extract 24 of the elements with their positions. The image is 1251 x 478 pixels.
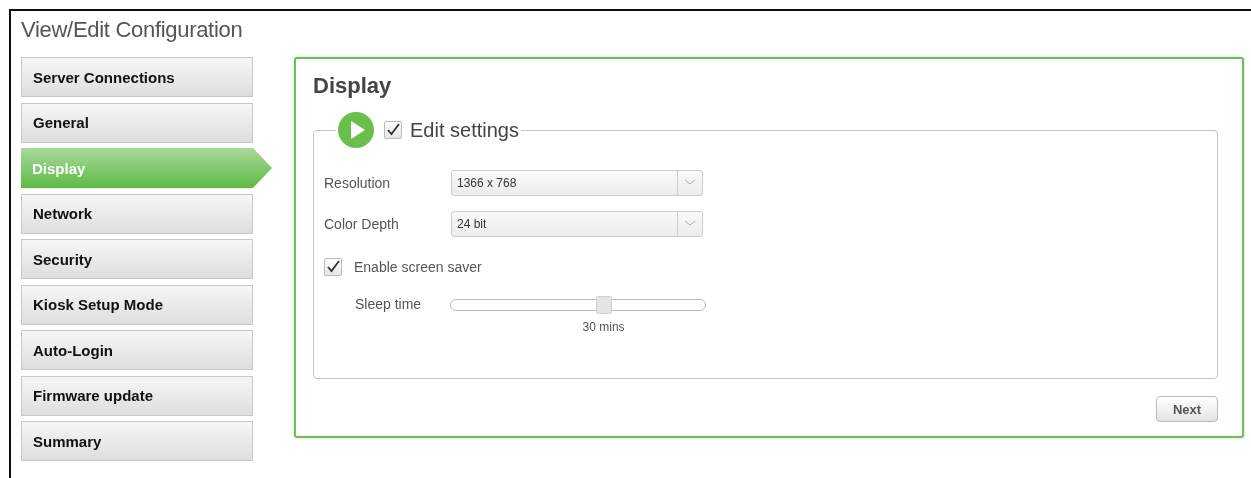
sidebar-item[interactable]: General [21,102,253,143]
screen-saver-checkbox[interactable] [324,258,342,276]
slider-value: 30 mins [581,320,626,334]
dropdown[interactable]: 1366 x 768 [451,169,703,196]
slider-track[interactable] [450,299,706,311]
panel-title: Display [313,73,393,100]
field-label: Resolution [324,174,392,191]
sidebar-item[interactable]: Security [21,239,253,279]
sidebar-item[interactable]: Network [21,193,253,234]
sidebar-item[interactable]: Firmware update [21,375,253,416]
play-icon [338,112,374,148]
slider-label: Sleep time [354,296,423,314]
next-button[interactable]: Next [1156,396,1218,422]
checkbox-label: Enable screen saver [354,259,482,275]
sidebar-item[interactable]: Auto-Login [21,330,253,370]
slider-thumb[interactable] [596,296,613,314]
page-title: View/Edit Configuration [21,16,244,44]
sidebar-item[interactable]: Summary [21,421,253,461]
sidebar-item[interactable]: Kiosk Setup Mode [21,284,253,325]
sidebar-item[interactable]: Server Connections [21,57,253,97]
section-title: Edit settings [410,118,519,142]
dropdown[interactable]: 24 bit [451,210,703,237]
field-label: Color Depth [324,215,400,232]
edit-checkbox[interactable] [384,121,402,139]
